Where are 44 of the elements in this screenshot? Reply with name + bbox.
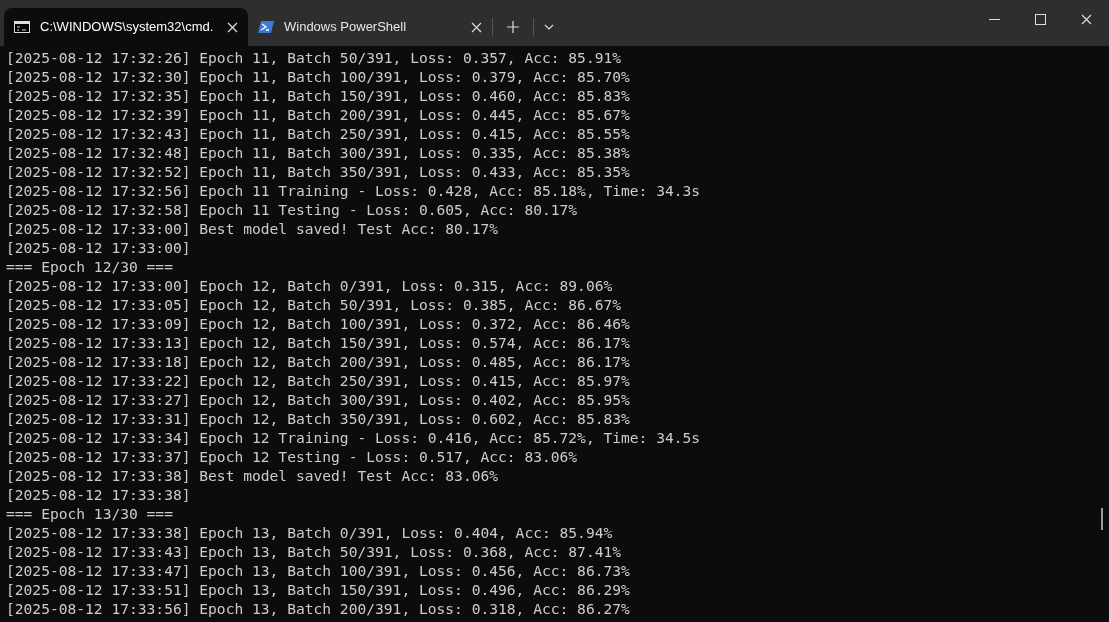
terminal-line: === Epoch 13/30 === [6, 504, 173, 523]
terminal-line: [2025-08-12 17:33:47] Epoch 13, Batch 100/391, Loss: 0.456, Acc: 86.73% [6, 561, 630, 580]
terminal-line: [2025-08-12 17:33:38] Epoch 13, Batch 0/391, Loss: 0.404, Acc: 85.94% [6, 523, 613, 542]
maximize-icon [1034, 13, 1046, 25]
chevron-down-icon [544, 24, 554, 30]
tab[interactable]: C:\WINDOWS\system32\cmd. [4, 8, 248, 46]
tab-title: Windows PowerShell [284, 18, 408, 37]
terminal-line: [2025-08-12 17:33:51] Epoch 13, Batch 150/391, Loss: 0.496, Acc: 86.29% [6, 580, 630, 599]
terminal-line: [2025-08-12 17:33:38] [6, 485, 191, 504]
terminal-line: [2025-08-12 17:32:26] Epoch 11, Batch 50/391, Loss: 0.357, Acc: 85.91% [6, 48, 622, 67]
plus-icon [507, 21, 519, 33]
tab-title: C:\WINDOWS\system32\cmd. [40, 18, 214, 37]
close-icon [227, 21, 239, 33]
terminal-line: [2025-08-12 17:33:37] Epoch 12 Testing - Loss: 0.517, Acc: 83.06% [6, 447, 578, 466]
terminal-line: [2025-08-12 17:33:38] Best model saved! Test Acc: 83.06% [6, 466, 499, 485]
terminal-line: [2025-08-12 17:32:39] Epoch 11, Batch 200/391, Loss: 0.445, Acc: 85.67% [6, 105, 630, 124]
terminal-line: [2025-08-12 17:32:56] Epoch 11 Training - Loss: 0.428, Acc: 85.18%, Time: 34.3s [6, 181, 701, 200]
terminal-line: [2025-08-12 17:32:58] Epoch 11 Testing - Loss: 0.605, Acc: 80.17% [6, 200, 578, 219]
terminal-line: [2025-08-12 17:33:34] Epoch 12 Training - Loss: 0.416, Acc: 85.72%, Time: 34.5s [6, 428, 701, 447]
terminal-line: [2025-08-12 17:33:56] Epoch 13, Batch 200/391, Loss: 0.318, Acc: 86.27% [6, 599, 630, 618]
terminal-prompt-icon [258, 20, 274, 34]
terminal-line: [2025-08-12 17:32:30] Epoch 11, Batch 100/391, Loss: 0.379, Acc: 85.70% [6, 67, 630, 86]
terminal-line: [2025-08-12 17:33:09] Epoch 12, Batch 100/391, Loss: 0.372, Acc: 86.46% [6, 314, 630, 333]
scrollbar-thumb[interactable] [1101, 508, 1103, 530]
terminal-line: [2025-08-12 17:32:35] Epoch 11, Batch 150/391, Loss: 0.460, Acc: 85.83% [6, 86, 630, 105]
terminal-line: [2025-08-12 17:33:00] [6, 238, 191, 257]
terminal-line: [2025-08-12 17:32:48] Epoch 11, Batch 300/391, Loss: 0.335, Acc: 85.38% [6, 143, 630, 162]
minimize-icon [988, 18, 1000, 20]
terminal-line: [2025-08-12 17:33:05] Epoch 12, Batch 50/391, Loss: 0.385, Acc: 86.67% [6, 295, 622, 314]
terminal-line: [2025-08-12 17:33:31] Epoch 12, Batch 350/391, Loss: 0.602, Acc: 85.83% [6, 409, 630, 428]
terminal-line: [2025-08-12 17:33:22] Epoch 12, Batch 250/391, Loss: 0.415, Acc: 85.97% [6, 371, 630, 390]
terminal-line: [2025-08-12 17:33:00] Epoch 12, Batch 0/391, Loss: 0.315, Acc: 89.06% [6, 276, 613, 295]
terminal-line: [2025-08-12 17:33:43] Epoch 13, Batch 50/391, Loss: 0.368, Acc: 87.41% [6, 542, 622, 561]
terminal-line: [2025-08-12 17:32:52] Epoch 11, Batch 350/391, Loss: 0.433, Acc: 85.35% [6, 162, 630, 181]
terminal-line: === Epoch 12/30 === [6, 257, 173, 276]
close-icon [470, 21, 482, 33]
terminal-line: [2025-08-12 17:32:43] Epoch 11, Batch 250/391, Loss: 0.415, Acc: 85.55% [6, 124, 630, 143]
terminal-icon [14, 21, 30, 33]
close-icon [1080, 13, 1092, 25]
terminal-line: [2025-08-12 17:33:00] Best model saved! Test Acc: 80.17% [6, 219, 499, 238]
terminal-line: [2025-08-12 17:33:13] Epoch 12, Batch 150/391, Loss: 0.574, Acc: 86.17% [6, 333, 630, 352]
terminal-line: [2025-08-12 17:33:18] Epoch 12, Batch 200/391, Loss: 0.485, Acc: 86.17% [6, 352, 630, 371]
tab[interactable]: Windows PowerShell [248, 8, 492, 46]
terminal-line: [2025-08-12 17:33:27] Epoch 12, Batch 300/391, Loss: 0.402, Acc: 85.95% [6, 390, 630, 409]
